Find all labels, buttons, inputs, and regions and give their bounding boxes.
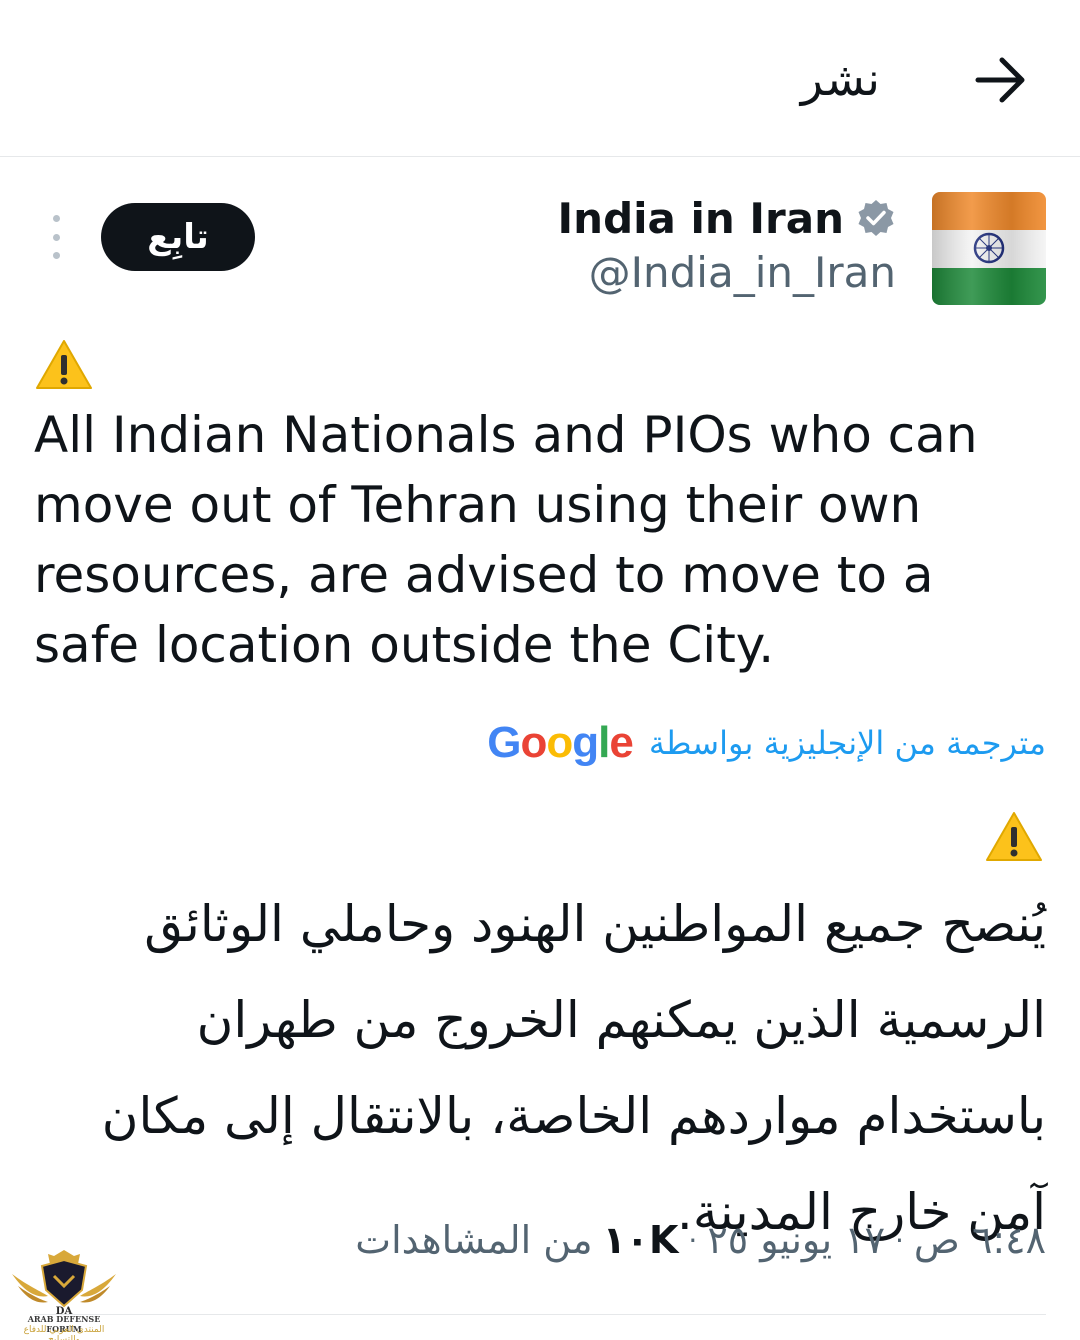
divider <box>34 1314 1046 1315</box>
google-logo: Google <box>487 718 634 767</box>
tweet-time[interactable]: ٦:٤٨ ص <box>914 1218 1046 1262</box>
warning-icon <box>986 812 1042 861</box>
page-title: نشر <box>800 52 880 106</box>
author-name-row[interactable]: India in Iran <box>558 190 896 246</box>
verified-badge-icon <box>858 200 894 236</box>
forum-logo-subtitle: المنتدى العربي للدفاع والتسليح <box>23 1325 105 1340</box>
follow-button[interactable]: تابِع <box>101 203 255 271</box>
translation-label[interactable]: مترجمة من الإنجليزية بواسطة <box>649 724 1046 762</box>
india-flag-icon <box>932 192 1046 305</box>
more-options-button[interactable] <box>42 215 70 259</box>
separator: · <box>688 1223 698 1257</box>
dot-icon <box>52 233 60 241</box>
top-bar: نشر <box>0 0 1080 157</box>
views-count[interactable]: ١٠K <box>603 1218 679 1262</box>
warning-icon <box>36 340 92 389</box>
views-label: من المشاهدات <box>355 1218 593 1262</box>
back-button[interactable] <box>966 48 1036 112</box>
author-handle[interactable]: @India_in_Iran <box>589 245 896 301</box>
translation-attribution[interactable]: Google مترجمة من الإنجليزية بواسطة <box>456 712 1046 774</box>
separator: · <box>895 1223 904 1257</box>
tweet-date[interactable]: ١٧ يونيو ٢٥ <box>707 1218 885 1262</box>
tweet-meta: ٦:٤٨ ص · ١٧ يونيو ٢٥ · ١٠K من المشاهدات <box>355 1212 1046 1268</box>
arrow-right-icon <box>975 57 1025 103</box>
dot-icon <box>52 252 60 259</box>
tweet-detail-page: نشر India in Iran @India_in_Iran تابِع A… <box>0 0 1080 1340</box>
author-name[interactable]: India in Iran <box>558 194 844 243</box>
tweet-text-translated: يُنصح جميع المواطنين الهنود وحاملي الوثا… <box>101 895 1046 1241</box>
avatar[interactable] <box>932 192 1046 305</box>
tweet-text-original: All Indian Nationals and PIOs who can mo… <box>34 406 978 674</box>
dot-icon <box>52 215 60 222</box>
